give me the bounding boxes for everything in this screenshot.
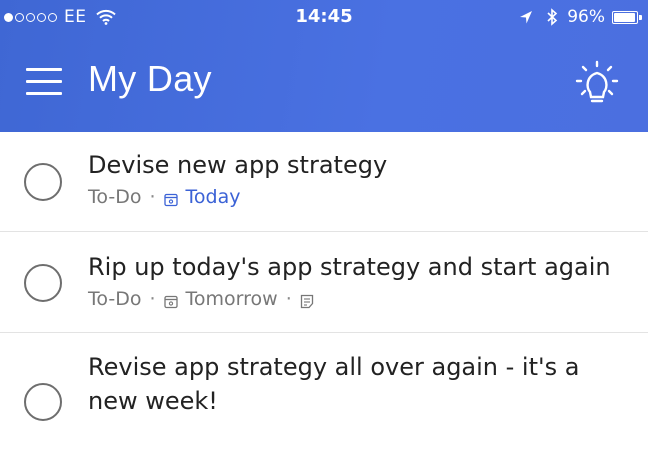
meta-separator: · — [149, 288, 156, 310]
task-row[interactable]: Revise app strategy all over again - it'… — [0, 333, 648, 453]
battery-fill — [614, 12, 636, 22]
hamburger-menu-icon — [26, 80, 62, 83]
task-title: Revise app strategy all over again - it'… — [88, 353, 580, 415]
menu-button[interactable] — [26, 66, 62, 96]
task-title: Rip up today's app strategy and start ag… — [88, 253, 611, 281]
calendar-icon — [163, 292, 178, 309]
task-meta: To-Do · Today — [88, 186, 240, 208]
note-icon — [300, 292, 314, 308]
page-title: My Day — [88, 58, 212, 99]
battery-nub — [639, 14, 642, 20]
meta-separator: · — [149, 186, 156, 208]
task-due-date: Tomorrow — [185, 288, 278, 310]
task-list-name: To-Do — [88, 186, 142, 208]
task-title: Devise new app strategy — [88, 151, 388, 179]
task-row[interactable]: Devise new app strategy To-Do · Today — [0, 132, 648, 232]
complete-checkbox[interactable] — [24, 383, 62, 421]
task-meta: To-Do · Tomorrow · — [88, 288, 314, 310]
calendar-icon — [163, 190, 178, 207]
battery-percent: 96% — [567, 7, 605, 27]
task-row[interactable]: Rip up today's app strategy and start ag… — [0, 232, 648, 333]
task-list: Devise new app strategy To-Do · Today Ri… — [0, 132, 648, 453]
location-arrow-icon — [519, 8, 533, 26]
lightbulb-icon — [575, 60, 619, 103]
suggestions-button[interactable] — [572, 60, 622, 108]
meta-separator: · — [285, 288, 292, 310]
task-list-name: To-Do — [88, 288, 142, 310]
app-header: EE 14:45 96% My Day — [0, 0, 648, 132]
complete-checkbox[interactable] — [24, 163, 62, 201]
status-right: 96% — [519, 6, 642, 28]
hamburger-menu-icon — [26, 68, 62, 71]
task-due-date: Today — [185, 186, 241, 208]
bluetooth-icon — [545, 8, 559, 26]
hamburger-menu-icon — [26, 92, 62, 95]
battery-icon — [612, 10, 638, 24]
status-bar: EE 14:45 96% — [0, 0, 648, 36]
complete-checkbox[interactable] — [24, 264, 62, 302]
